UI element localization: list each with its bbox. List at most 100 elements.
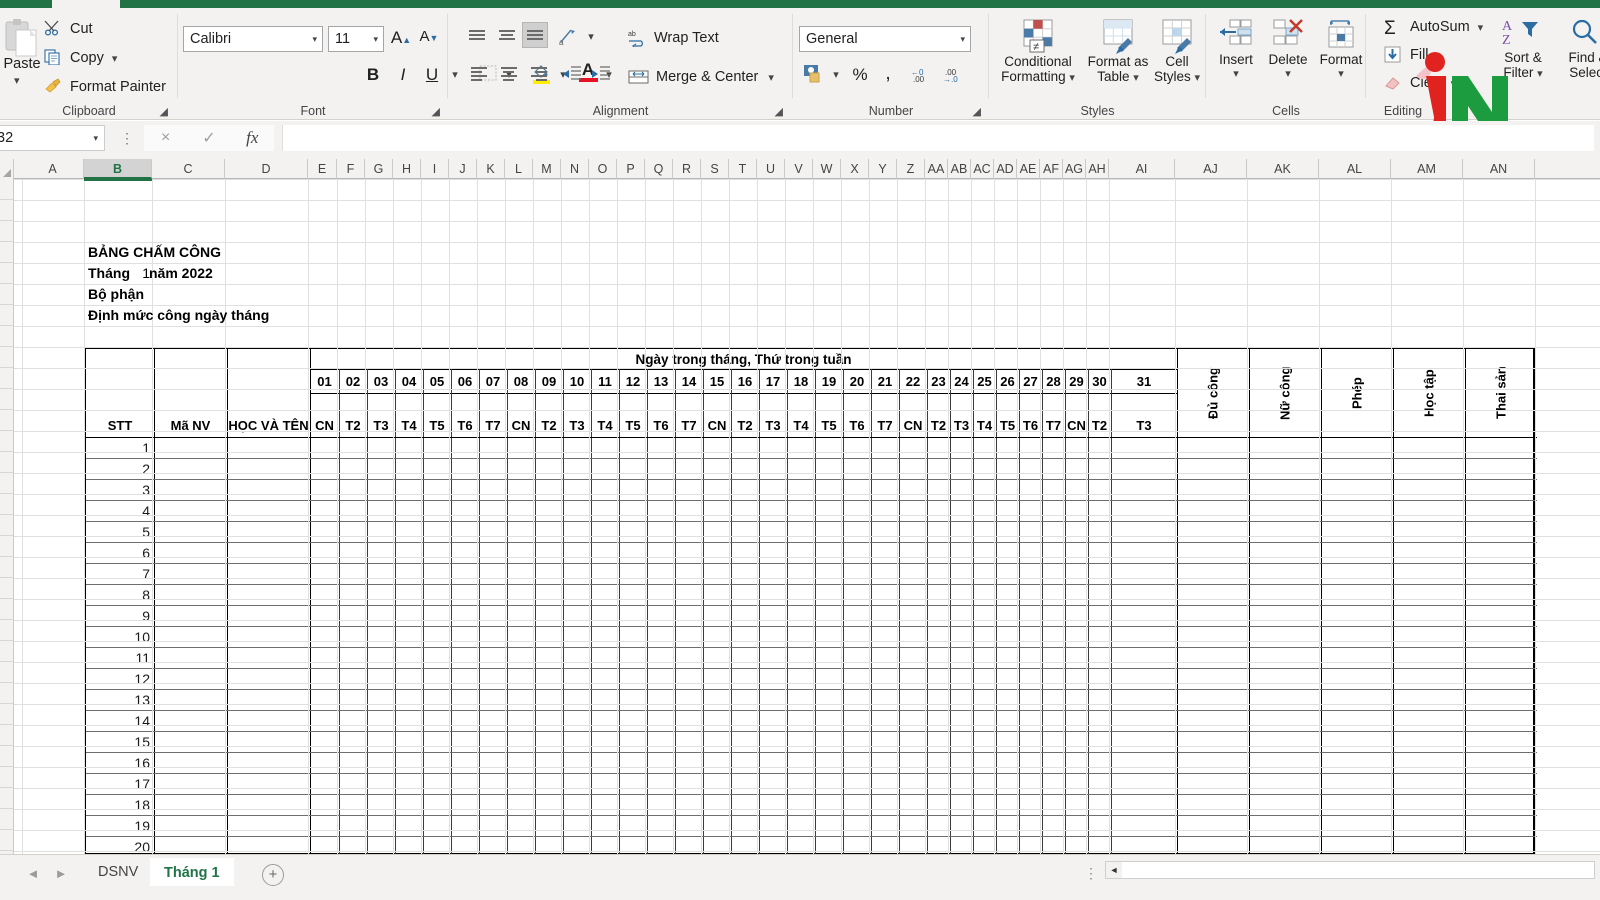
- column-header-y[interactable]: Y: [869, 159, 897, 179]
- horizontal-scrollbar[interactable]: ◄: [1105, 861, 1595, 879]
- delete-cells-button[interactable]: Delete ▾: [1262, 18, 1314, 82]
- chevron-down-icon[interactable]: ▾: [1262, 67, 1314, 82]
- stt-cell[interactable]: 11: [86, 647, 154, 668]
- autosum-chevron-icon[interactable]: ▾: [1478, 21, 1484, 34]
- row-header[interactable]: [0, 179, 14, 200]
- accounting-chevron-icon[interactable]: ▾: [829, 68, 843, 81]
- stt-cell[interactable]: 1: [86, 437, 154, 458]
- row-header[interactable]: [0, 704, 14, 725]
- column-header-f[interactable]: F: [337, 159, 365, 179]
- cancel-formula-button[interactable]: ×: [144, 129, 187, 147]
- row-header[interactable]: [0, 200, 14, 221]
- number-format-select[interactable]: General ▾: [799, 26, 971, 52]
- font-dialog-launcher[interactable]: ◢: [432, 105, 440, 118]
- row-header[interactable]: [0, 452, 14, 473]
- merge-chevron-icon[interactable]: ▾: [768, 71, 774, 84]
- column-header-am[interactable]: AM: [1391, 159, 1463, 179]
- row-header[interactable]: [0, 305, 14, 326]
- wrap-text-button[interactable]: ab Wrap Text: [628, 29, 719, 49]
- column-header-aj[interactable]: AJ: [1175, 159, 1247, 179]
- copy-chevron-icon[interactable]: ▾: [112, 52, 118, 65]
- formula-bar-grip[interactable]: ⋮: [120, 130, 134, 147]
- number-dialog-launcher[interactable]: ◢: [973, 105, 981, 118]
- increase-indent-icon[interactable]: [591, 65, 611, 83]
- column-header-h[interactable]: H: [393, 159, 421, 179]
- stt-cell[interactable]: 19: [86, 815, 154, 836]
- stt-cell[interactable]: 13: [86, 689, 154, 710]
- row-header[interactable]: [0, 683, 14, 704]
- column-header-aa[interactable]: AA: [925, 159, 948, 179]
- row-header[interactable]: [0, 326, 14, 347]
- row-header[interactable]: [0, 557, 14, 578]
- column-header-al[interactable]: AL: [1319, 159, 1391, 179]
- accounting-format-icon[interactable]: [803, 64, 825, 84]
- stt-cell[interactable]: 17: [86, 773, 154, 794]
- enter-formula-button[interactable]: ✓: [187, 128, 230, 148]
- scroll-left-arrow-icon[interactable]: ◄: [1106, 862, 1122, 878]
- column-header-ae[interactable]: AE: [1017, 159, 1040, 179]
- grow-font-button[interactable]: A▲: [390, 28, 412, 48]
- cell-styles-button[interactable]: Cell Styles ▾: [1151, 18, 1203, 86]
- row-header[interactable]: [0, 284, 14, 305]
- scroll-grip[interactable]: ⋮: [1084, 865, 1098, 882]
- percent-style-button[interactable]: %: [851, 65, 869, 85]
- shrink-font-button[interactable]: A▼: [418, 28, 440, 45]
- column-header-x[interactable]: X: [841, 159, 869, 179]
- column-header-b[interactable]: B: [84, 159, 152, 179]
- paste-chevron-icon[interactable]: ▾: [14, 74, 20, 87]
- alignment-dialog-launcher[interactable]: ◢: [775, 105, 783, 118]
- column-header-ah[interactable]: AH: [1086, 159, 1109, 179]
- column-header-af[interactable]: AF: [1040, 159, 1063, 179]
- stt-cell[interactable]: 14: [86, 710, 154, 731]
- clear-button[interactable]: Clear ▾: [1384, 74, 1456, 92]
- row-header[interactable]: [0, 515, 14, 536]
- row-header[interactable]: [0, 620, 14, 641]
- decrease-indent-icon[interactable]: [562, 65, 582, 83]
- chevron-down-icon[interactable]: ▾: [1069, 72, 1075, 84]
- comma-style-button[interactable]: ,: [879, 63, 897, 85]
- column-header-ag[interactable]: AG: [1063, 159, 1086, 179]
- row-header[interactable]: [0, 242, 14, 263]
- chevron-down-icon[interactable]: ▾: [1133, 72, 1139, 84]
- clipboard-dialog-launcher[interactable]: ◢: [160, 105, 168, 118]
- orientation-icon[interactable]: a: [558, 26, 580, 46]
- column-header-t[interactable]: T: [729, 159, 757, 179]
- formula-input[interactable]: [282, 125, 1594, 151]
- orientation-chevron-icon[interactable]: ▾: [584, 30, 598, 43]
- row-header[interactable]: [0, 494, 14, 515]
- column-header-e[interactable]: E: [308, 159, 337, 179]
- column-header-d[interactable]: D: [225, 159, 308, 179]
- row-header[interactable]: [0, 473, 14, 494]
- column-header-ai[interactable]: AI: [1109, 159, 1175, 179]
- cut-button[interactable]: Cut: [44, 20, 93, 38]
- align-center-button[interactable]: [500, 66, 520, 82]
- row-header[interactable]: [0, 578, 14, 599]
- stt-cell[interactable]: 15: [86, 731, 154, 752]
- row-header[interactable]: [0, 536, 14, 557]
- column-header-w[interactable]: W: [813, 159, 841, 179]
- stt-cell[interactable]: 10: [86, 626, 154, 647]
- row-header[interactable]: [0, 809, 14, 830]
- format-cells-button[interactable]: Format ▾: [1316, 18, 1366, 82]
- row-header[interactable]: [0, 263, 14, 284]
- stt-cell[interactable]: 4: [86, 500, 154, 521]
- select-all-corner[interactable]: [0, 159, 14, 179]
- row-header[interactable]: [0, 788, 14, 809]
- italic-button[interactable]: I: [393, 65, 413, 85]
- row-header[interactable]: [0, 431, 14, 452]
- sheet-tab-dsnv[interactable]: DSNV: [84, 858, 153, 886]
- format-painter-button[interactable]: Format Painter: [44, 78, 166, 96]
- chevron-down-icon[interactable]: ▾: [1195, 72, 1201, 84]
- align-bottom-button[interactable]: [522, 22, 548, 48]
- row-header[interactable]: [0, 725, 14, 746]
- align-left-button[interactable]: [470, 66, 490, 82]
- font-name-select[interactable]: Calibri ▾: [183, 26, 323, 52]
- clear-chevron-icon[interactable]: ▾: [1451, 77, 1457, 90]
- column-header-ak[interactable]: AK: [1247, 159, 1319, 179]
- row-header[interactable]: [0, 410, 14, 431]
- name-box[interactable]: 32 ▾: [0, 125, 105, 151]
- column-header-c[interactable]: C: [152, 159, 225, 179]
- prev-sheet-button[interactable]: ◄: [22, 863, 44, 885]
- stt-cell[interactable]: 6: [86, 542, 154, 563]
- paste-icon[interactable]: [4, 18, 38, 58]
